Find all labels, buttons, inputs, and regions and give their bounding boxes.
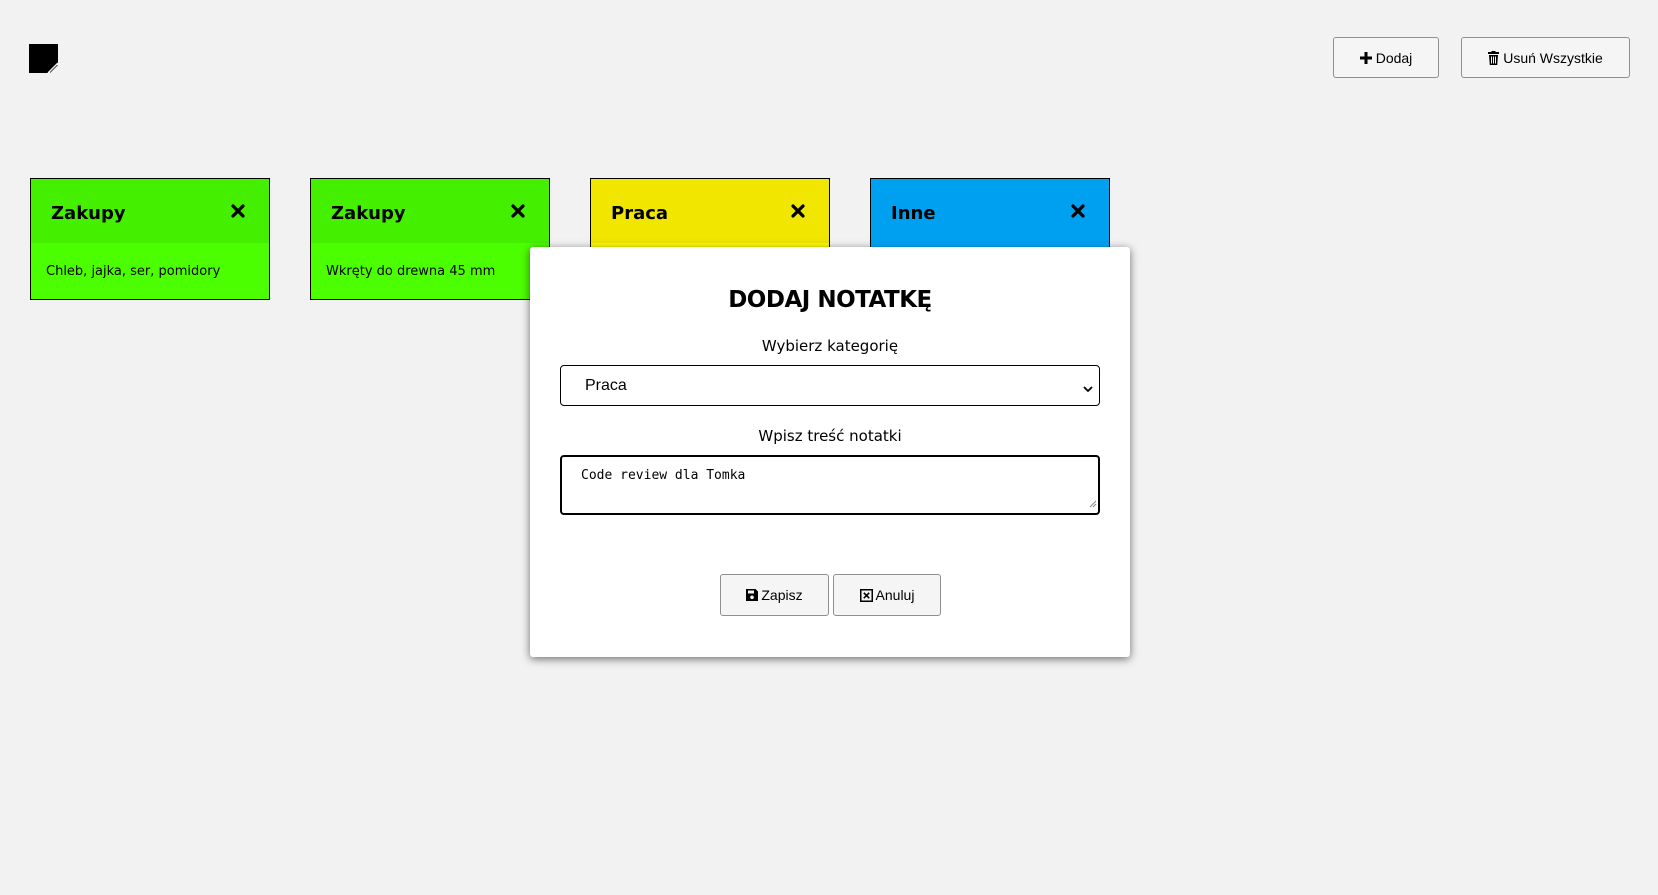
add-note-modal: DODAJ NOTATKĘ Wybierz kategorię Praca Wp…: [530, 247, 1130, 657]
category-selected-value: Praca: [585, 376, 627, 394]
square-x-icon: [859, 588, 873, 602]
note-card: Zakupy Chleb, jajka, ser, pomidory: [30, 178, 270, 300]
delete-all-button[interactable]: Usuń Wszystkie: [1461, 37, 1630, 78]
note-content: Chleb, jajka, ser, pomidory: [31, 243, 269, 299]
save-button[interactable]: Zapisz: [720, 574, 829, 616]
note-header: Inne: [871, 179, 1109, 243]
save-label: Zapisz: [761, 587, 803, 603]
cancel-label: Anuluj: [875, 587, 915, 603]
category-label: Wybierz kategorię: [761, 337, 899, 355]
note-content: Wkręty do drewna 45 mm: [311, 243, 549, 299]
content-label: Wpisz treść notatki: [758, 427, 902, 445]
floppy-disk-icon: [746, 589, 759, 601]
note-header: Zakupy: [31, 179, 269, 243]
note-category: Inne: [891, 202, 936, 224]
sticky-note-icon: [29, 44, 58, 73]
add-note-button[interactable]: Dodaj: [1333, 37, 1439, 78]
trash-icon: [1488, 50, 1500, 65]
modal-title: DODAJ NOTATKĘ: [728, 287, 932, 313]
close-icon[interactable]: [227, 200, 249, 222]
close-icon[interactable]: [507, 200, 529, 222]
note-content-textarea[interactable]: Code review dla Tomka: [560, 455, 1100, 515]
plus-icon: [1359, 51, 1372, 64]
note-category: Praca: [611, 202, 669, 224]
note-category: Zakupy: [331, 202, 406, 224]
add-note-label: Dodaj: [1375, 49, 1413, 66]
chevron-down-icon: [1083, 380, 1093, 398]
close-icon[interactable]: [787, 200, 809, 222]
note-category: Zakupy: [51, 202, 126, 224]
cancel-button[interactable]: Anuluj: [833, 574, 941, 616]
category-select[interactable]: Praca: [560, 365, 1100, 406]
note-header: Praca: [591, 179, 829, 243]
delete-all-label: Usuń Wszystkie: [1503, 49, 1603, 66]
note-content-value: Code review dla Tomka: [581, 468, 746, 483]
note-card: Zakupy Wkręty do drewna 45 mm: [310, 178, 550, 300]
note-header: Zakupy: [311, 179, 549, 243]
close-icon[interactable]: [1067, 200, 1089, 222]
resize-grip-icon[interactable]: [1089, 497, 1097, 512]
